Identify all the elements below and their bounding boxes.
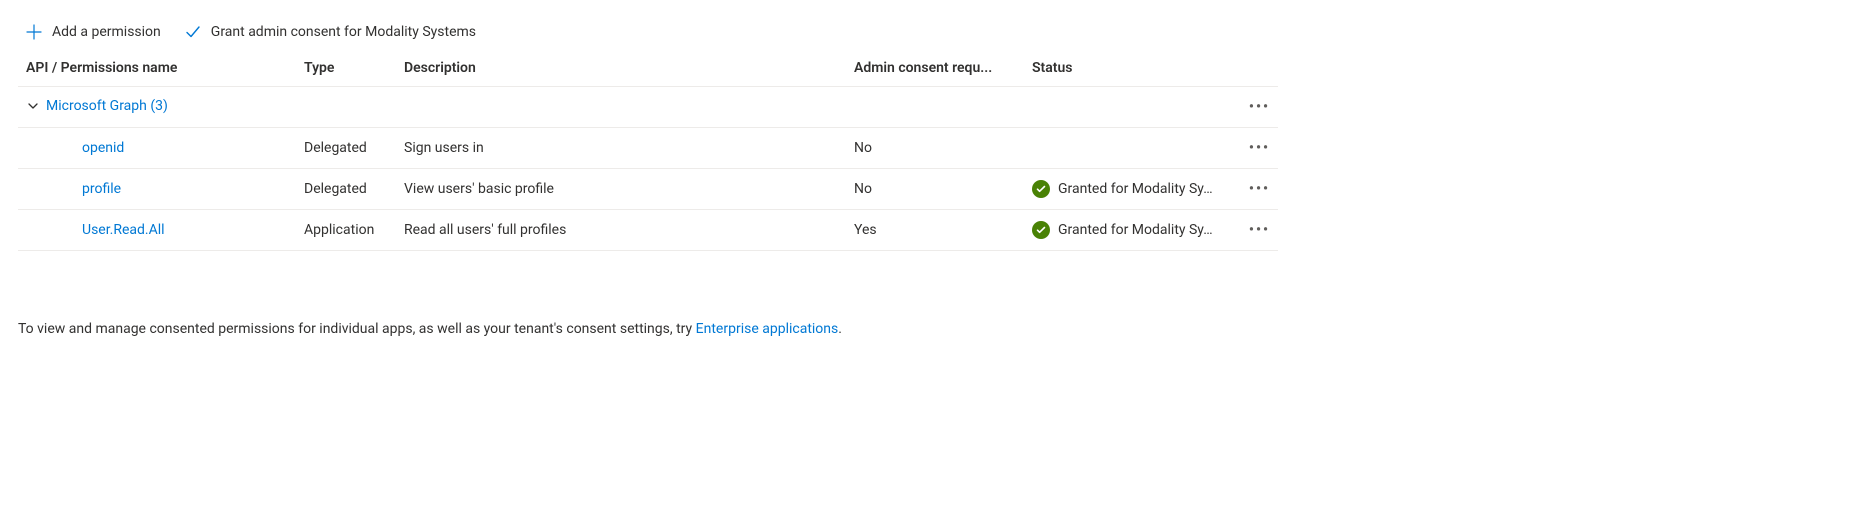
more-icon: ••• [1249, 99, 1270, 115]
table-row: User.Read.All Application Read all users… [18, 210, 1278, 251]
permission-admin: No [846, 169, 1024, 210]
permission-status-text: Granted for Modality Sy… [1058, 181, 1213, 197]
col-header-name[interactable]: API / Permissions name [18, 50, 296, 87]
permission-description: View users' basic profile [396, 169, 846, 210]
more-icon: ••• [1249, 222, 1270, 238]
grant-consent-button[interactable]: Grant admin consent for Modality Systems [185, 24, 476, 40]
permission-type: Delegated [296, 169, 396, 210]
permission-type: Application [296, 210, 396, 251]
success-icon [1032, 180, 1050, 198]
col-header-type[interactable]: Type [296, 50, 396, 87]
chevron-down-icon [26, 99, 40, 113]
enterprise-applications-link[interactable]: Enterprise applications [696, 321, 839, 337]
permissions-table: API / Permissions name Type Description … [18, 50, 1278, 251]
add-permission-label: Add a permission [52, 24, 161, 40]
permission-name-link[interactable]: User.Read.All [26, 222, 165, 238]
permission-status: Granted for Modality Sy… [1032, 180, 1213, 198]
table-row: openid Delegated Sign users in No ••• [18, 128, 1278, 169]
footer-text-after: . [838, 321, 842, 337]
permission-name-link[interactable]: openid [26, 140, 124, 156]
table-group-row: Microsoft Graph (3) ••• [18, 87, 1278, 128]
more-icon: ••• [1249, 140, 1270, 156]
permission-type: Delegated [296, 128, 396, 169]
permission-admin: Yes [846, 210, 1024, 251]
check-icon [185, 24, 201, 40]
footer-text-before: To view and manage consented permissions… [18, 321, 696, 337]
group-label: Microsoft Graph (3) [46, 98, 168, 114]
row-menu-button[interactable]: ••• [1242, 220, 1270, 240]
permission-status [1024, 128, 1224, 169]
add-permission-button[interactable]: Add a permission [26, 24, 161, 40]
permission-status: Granted for Modality Sy… [1032, 221, 1213, 239]
group-toggle-microsoft-graph[interactable]: Microsoft Graph (3) [26, 98, 168, 114]
table-row: profile Delegated View users' basic prof… [18, 169, 1278, 210]
plus-icon [26, 24, 42, 40]
permission-description: Read all users' full profiles [396, 210, 846, 251]
col-header-status[interactable]: Status [1024, 50, 1224, 87]
more-icon: ••• [1249, 181, 1270, 197]
toolbar: Add a permission Grant admin consent for… [18, 10, 1853, 50]
grant-consent-label: Grant admin consent for Modality Systems [211, 24, 476, 40]
group-row-menu-button[interactable]: ••• [1242, 97, 1270, 117]
row-menu-button[interactable]: ••• [1242, 138, 1270, 158]
row-menu-button[interactable]: ••• [1242, 179, 1270, 199]
success-icon [1032, 221, 1050, 239]
permission-admin: No [846, 128, 1024, 169]
permission-description: Sign users in [396, 128, 846, 169]
col-header-description[interactable]: Description [396, 50, 846, 87]
table-header-row: API / Permissions name Type Description … [18, 50, 1278, 87]
footer-note: To view and manage consented permissions… [18, 251, 1853, 337]
permission-status-text: Granted for Modality Sy… [1058, 222, 1213, 238]
col-header-admin-consent[interactable]: Admin consent requ... [846, 50, 1024, 87]
permission-name-link[interactable]: profile [26, 181, 121, 197]
